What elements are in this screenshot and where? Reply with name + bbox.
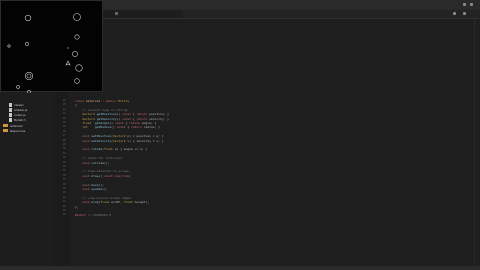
file-item[interactable]: Bullet.h — [9, 117, 26, 122]
code-line[interactable]: }; — [75, 205, 79, 209]
line-number: 33 — [62, 160, 66, 164]
code-editor[interactable]: class Asteroid : public Entity{ // conve… — [69, 19, 474, 266]
code-line[interactable]: Vector2 getPosition() const { return pos… — [75, 112, 169, 116]
more-actions-icon[interactable] — [463, 12, 466, 15]
settings-icon[interactable] — [463, 3, 466, 6]
asteroid — [73, 13, 81, 21]
bullet — [67, 47, 69, 49]
code-line[interactable]: void collide(); — [75, 161, 109, 165]
code-line[interactable]: void update(); — [75, 187, 107, 191]
code-line[interactable]: // wrap around screen edges — [75, 196, 131, 200]
line-number: 30 — [62, 147, 66, 151]
folder-label: Asteroid — [10, 123, 23, 128]
code-line[interactable]: void draw() const override; — [75, 174, 131, 178]
asteroid — [27, 90, 31, 93]
folder-label: Resources — [10, 128, 26, 133]
code-line[interactable]: class Asteroid : public Entity — [75, 99, 129, 103]
code-line[interactable]: #endif // ASTEROID_H — [75, 213, 111, 217]
code-line[interactable]: void setPosition(Vector2 p) { position =… — [75, 134, 163, 138]
file-label: Bullet.h — [14, 117, 26, 122]
code-line[interactable]: // convert type to string — [75, 108, 127, 112]
line-number: 23 — [62, 116, 66, 120]
line-number: 43 — [62, 204, 66, 208]
asteroid — [74, 78, 80, 84]
code-line[interactable]: void rotate(float a) { angle += a; } — [75, 147, 147, 151]
line-number: 27 — [62, 134, 66, 138]
line-number: 37 — [62, 178, 66, 182]
asteroid — [7, 44, 11, 48]
asteroid — [24, 71, 34, 81]
scrollbar[interactable] — [474, 19, 480, 266]
line-number: 22 — [62, 112, 66, 116]
line-number: 20 — [62, 103, 66, 107]
tab-bar — [103, 10, 480, 19]
code-line[interactable]: Vector2 getVelocity() const { return vel… — [75, 117, 169, 121]
account-icon[interactable] — [470, 3, 473, 6]
code-line[interactable]: void wrap(float width, float height); — [75, 200, 149, 204]
split-editor-icon[interactable] — [453, 12, 456, 15]
line-number: 32 — [62, 156, 66, 160]
code-line[interactable]: void setVelocity(Vector2 v) { velocity =… — [75, 139, 163, 143]
line-number: 25 — [62, 125, 66, 129]
line-number: 38 — [62, 182, 66, 186]
file-icon — [9, 112, 12, 117]
code-line[interactable]: void move(); — [75, 183, 104, 187]
line-number: 28 — [62, 138, 66, 142]
file-icon — [9, 107, 12, 112]
asteroid — [25, 42, 29, 46]
code-line[interactable]: { — [75, 103, 77, 107]
status-bar — [0, 266, 480, 270]
asteroids-canvas — [7, 13, 83, 93]
folder-icon — [3, 124, 8, 127]
file-label: classic — [14, 102, 24, 107]
asteroid — [75, 64, 83, 72]
file-icon — [9, 102, 12, 107]
asteroid — [24, 14, 32, 22]
asteroid — [16, 85, 20, 89]
code-line[interactable]: // draw asteroid to screen — [75, 169, 129, 173]
folder-item[interactable]: Resources — [3, 128, 25, 133]
asteroid — [26, 73, 32, 79]
line-number: 40 — [62, 191, 66, 195]
asteroid — [74, 34, 80, 40]
line-number: 42 — [62, 200, 66, 204]
file-label: index.js — [14, 112, 26, 117]
player-ship — [65, 60, 71, 66]
code-line[interactable]: int getRadius() const { return radius; } — [75, 125, 160, 129]
folder-icon — [3, 129, 8, 132]
file-icon — [115, 12, 118, 15]
file-label: shader.js — [14, 107, 28, 112]
asteroid — [72, 51, 78, 57]
game-preview-window — [0, 0, 103, 93]
code-line[interactable]: // check for collision — [75, 156, 122, 160]
code-line[interactable]: float getAngle() const { return angle; } — [75, 121, 156, 125]
file-icon — [9, 117, 12, 122]
line-number: 45 — [62, 213, 66, 217]
line-number: 35 — [62, 169, 66, 173]
